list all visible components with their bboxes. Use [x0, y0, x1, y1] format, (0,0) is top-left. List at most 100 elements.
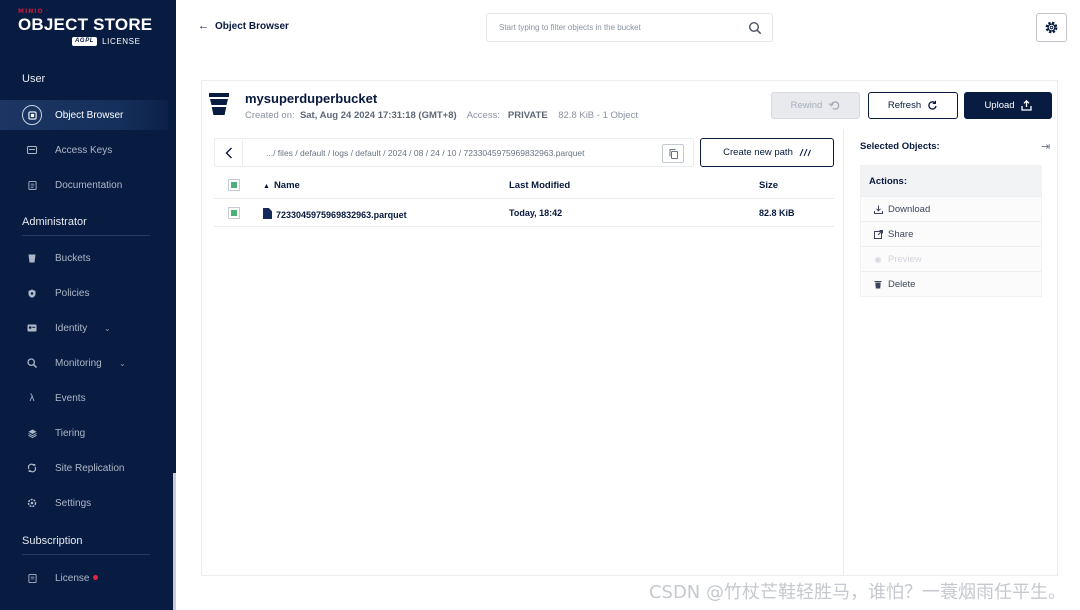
- access-label: Access:: [466, 110, 500, 121]
- column-size-header[interactable]: Size: [759, 180, 778, 191]
- column-modified-header[interactable]: Last Modified: [509, 180, 570, 191]
- identity-icon: [22, 318, 42, 338]
- breadcrumb-path[interactable]: .../ files / default / logs / default / …: [266, 148, 585, 158]
- column-name-header[interactable]: ▲ Name: [263, 180, 300, 191]
- chevron-left-icon: [225, 147, 232, 158]
- search-icon[interactable]: [748, 21, 762, 35]
- sidebar-scrollbar[interactable]: [173, 473, 176, 610]
- sidebar-item-policies[interactable]: Policies: [0, 278, 176, 308]
- share-icon: [873, 229, 883, 239]
- sidebar-item-label: Identity: [55, 322, 88, 334]
- sidebar-item-license[interactable]: License: [0, 563, 176, 593]
- refresh-label: Refresh: [887, 100, 922, 111]
- preview-icon: ◉: [874, 254, 882, 264]
- delete-label: Delete: [888, 278, 916, 290]
- top-bar: ← Object Browser: [176, 0, 1080, 56]
- share-label: Share: [888, 228, 914, 240]
- sidebar-item-object-browser[interactable]: Object Browser: [0, 100, 168, 130]
- section-title-user: User: [22, 73, 46, 85]
- sidebar-item-site-replication[interactable]: Site Replication: [0, 453, 176, 483]
- sidebar-item-buckets[interactable]: Buckets: [0, 243, 176, 273]
- share-action[interactable]: Share: [861, 221, 1041, 246]
- create-path-label: Create new path: [723, 147, 793, 158]
- actions-box: Actions: Download Share ◉ Preview Delete: [860, 165, 1042, 297]
- delete-action[interactable]: Delete: [861, 271, 1041, 296]
- gear-icon: [1045, 21, 1058, 34]
- sidebar-item-license-label: License: [55, 572, 99, 584]
- page-title: Object Browser: [215, 21, 289, 32]
- copy-icon: [669, 148, 678, 159]
- sidebar-item-tiering[interactable]: Tiering: [0, 418, 176, 448]
- rewind-label: Rewind: [790, 100, 823, 111]
- rewind-button[interactable]: Rewind: [771, 92, 860, 119]
- copy-path-button[interactable]: [662, 144, 684, 163]
- access-value: PRIVATE: [507, 110, 548, 121]
- selected-objects-pane: Selected Objects: ⇥ Actions: Download Sh…: [843, 129, 1058, 576]
- logo-license: AGPL LICENSE: [72, 37, 141, 46]
- key-icon: [22, 140, 42, 160]
- select-all-checkbox[interactable]: [228, 179, 240, 191]
- sidebar-item-monitoring[interactable]: Monitoring ⌄: [0, 348, 176, 378]
- lambda-icon: λ: [29, 392, 35, 404]
- sidebar-item-events[interactable]: λ Events: [0, 383, 176, 413]
- chevron-down-icon: ⌄: [119, 358, 126, 368]
- rewind-icon: [828, 101, 840, 110]
- chevron-down-icon: ⌄: [104, 323, 111, 333]
- table-header: ▲ Name Last Modified Size: [214, 171, 834, 199]
- refresh-button[interactable]: Refresh: [868, 92, 958, 119]
- create-new-path-button[interactable]: Create new path: [700, 138, 834, 167]
- bucket-meta: Created on: Sat, Aug 24 2024 17:31:18 (G…: [245, 110, 638, 121]
- bucket-name: mysuperduperbucket: [245, 91, 378, 106]
- shield-icon: [22, 283, 42, 303]
- sidebar-item-label: Events: [55, 392, 86, 404]
- back-arrow-icon[interactable]: ←: [198, 20, 209, 32]
- file-name-cell[interactable]: 7233045975969832963.parquet: [263, 208, 407, 220]
- download-label: Download: [888, 203, 931, 215]
- preview-action: ◉ Preview: [861, 246, 1041, 271]
- sidebar-item-access-keys[interactable]: Access Keys: [0, 135, 176, 165]
- section-title-administrator: Administrator: [22, 216, 87, 228]
- actions-title: Actions:: [869, 176, 907, 187]
- document-icon: [22, 175, 42, 195]
- upload-button[interactable]: Upload: [964, 92, 1052, 119]
- sidebar-item-label: Site Replication: [55, 462, 125, 474]
- table-row[interactable]: 7233045975969832963.parquet Today, 18:42…: [214, 199, 834, 227]
- settings-icon: [22, 493, 42, 513]
- bucket-icon: [22, 248, 42, 268]
- row-checkbox[interactable]: [228, 207, 240, 219]
- breadcrumb-back-button[interactable]: [215, 139, 243, 166]
- bucket-usage: 82.8 KiB - 1 Object: [558, 110, 638, 121]
- sidebar-item-documentation[interactable]: Documentation: [0, 170, 176, 200]
- search-input[interactable]: [488, 15, 738, 40]
- file-icon: [263, 208, 272, 219]
- section-title-subscription: Subscription: [22, 535, 83, 547]
- sidebar-item-label: License: [55, 572, 90, 584]
- sidebar-item-label: Tiering: [55, 427, 86, 439]
- upload-icon: [1020, 100, 1032, 111]
- sidebar-item-identity[interactable]: Identity ⌄: [0, 313, 176, 343]
- logo-product: OBJECT STORE: [18, 15, 153, 34]
- preview-label: Preview: [888, 253, 922, 265]
- watermark: CSDN @竹杖芒鞋轻胜马，谁怕？一蓑烟雨任平生。: [648, 582, 1066, 603]
- minio-logo[interactable]: MINIO OBJECT STORE AGPL LICENSE: [18, 8, 168, 48]
- alert-dot: [93, 575, 99, 581]
- folder-icon: [22, 105, 42, 125]
- trash-icon: [873, 280, 883, 289]
- sidebar-item-label: Policies: [55, 287, 90, 299]
- file-name: 7233045975969832963.parquet: [276, 210, 407, 220]
- logo-brand: MINIO: [18, 8, 44, 15]
- sort-asc-icon: ▲: [263, 183, 270, 190]
- created-value: Sat, Aug 24 2024 17:31:18 (GMT+8): [299, 110, 457, 121]
- search-box: [486, 13, 773, 42]
- breadcrumb: .../ files / default / logs / default / …: [214, 138, 694, 167]
- sidebar-item-settings[interactable]: Settings: [0, 488, 176, 518]
- last-modified-cell: Today, 18:42: [509, 208, 563, 218]
- download-action[interactable]: Download: [861, 196, 1041, 221]
- settings-button[interactable]: [1036, 13, 1067, 42]
- section-divider: [22, 554, 150, 555]
- size-cell: 82.8 KiB: [759, 208, 795, 218]
- bucket-panel: mysuperduperbucket Created on: Sat, Aug …: [201, 80, 1058, 576]
- column-label: Name: [273, 180, 300, 191]
- collapse-panel-icon[interactable]: ⇥: [1041, 140, 1050, 153]
- bucket-icon: [209, 93, 229, 115]
